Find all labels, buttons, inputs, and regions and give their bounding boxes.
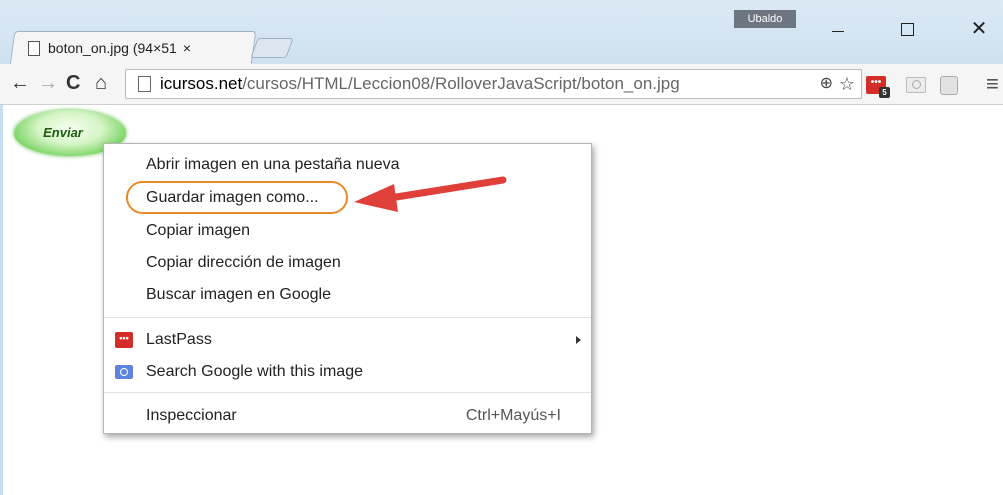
file-icon: [28, 40, 40, 56]
maximize-button[interactable]: [883, 14, 929, 44]
highlight-oval: [126, 181, 348, 214]
box-extension-icon[interactable]: [940, 76, 958, 95]
back-icon[interactable]: ←: [10, 71, 30, 95]
menu-separator: [104, 317, 591, 318]
menu-item-label: Copiar dirección de imagen: [146, 254, 341, 271]
arrow-shaft: [386, 176, 507, 202]
lastpass-count-badge: 5: [879, 87, 890, 98]
tab-close-icon[interactable]: ×: [183, 40, 191, 56]
submenu-arrow-icon: [576, 336, 581, 344]
forward-icon[interactable]: →: [38, 71, 58, 95]
menu-item-label: Search Google with this image: [146, 363, 363, 380]
page-icon: [138, 76, 151, 92]
profile-badge[interactable]: Ubaldo: [734, 10, 796, 28]
lastpass-extension-icon[interactable]: ••• 5: [866, 76, 890, 98]
red-arrow-annotation: [354, 176, 507, 212]
menu-separator: [104, 392, 591, 393]
menu-item-label: Buscar imagen en Google: [146, 286, 331, 303]
arrow-head: [354, 184, 398, 212]
menu-item-lastpass[interactable]: ••• LastPass: [104, 325, 591, 355]
bookmark-star-icon[interactable]: ☆: [839, 70, 855, 98]
menu-item-search-google-image[interactable]: Search Google with this image: [104, 357, 591, 387]
menu-item-open-image-new-tab[interactable]: Abrir imagen en una pestaña nueva: [104, 150, 591, 180]
menu-item-inspect[interactable]: Inspeccionar Ctrl+Mayús+I: [104, 401, 591, 431]
menu-item-search-image-google[interactable]: Buscar imagen en Google: [104, 280, 591, 310]
chrome-menu-icon[interactable]: ≡: [986, 72, 999, 96]
minimize-button[interactable]: [815, 14, 861, 44]
url-domain: icursos.net: [160, 74, 243, 93]
menu-item-label: Inspeccionar: [146, 407, 237, 424]
camera-icon: [115, 365, 133, 379]
menu-item-label: LastPass: [146, 331, 212, 348]
lastpass-icon: •••: [115, 332, 133, 348]
zoom-icon[interactable]: ⊕: [820, 70, 833, 98]
url-text: icursos.net/cursos/HTML/Leccion08/Rollov…: [160, 70, 680, 98]
address-bar[interactable]: icursos.net/cursos/HTML/Leccion08/Rollov…: [125, 69, 862, 99]
camera-extension-icon[interactable]: [906, 77, 926, 93]
tab-title: boton_on.jpg (94×51: [48, 40, 177, 56]
url-path: /cursos/HTML/Leccion08/RolloverJavaScrip…: [242, 74, 680, 93]
menu-item-copy-image-address[interactable]: Copiar dirección de imagen: [104, 248, 591, 278]
home-icon[interactable]: ⌂: [95, 71, 107, 95]
close-window-button[interactable]: ✕: [956, 14, 1002, 44]
menu-item-shortcut: Ctrl+Mayús+I: [465, 407, 561, 424]
menu-item-copy-image[interactable]: Copiar imagen: [104, 216, 591, 246]
new-tab-button[interactable]: [250, 38, 294, 58]
reload-icon[interactable]: C: [66, 71, 80, 95]
menu-item-label: Copiar imagen: [146, 222, 251, 239]
enviar-image-text: Enviar: [43, 125, 83, 140]
tab-active[interactable]: boton_on.jpg (94×51 ×: [8, 32, 243, 64]
browser-toolbar: ← → C ⌂ icursos.net/cursos/HTML/Leccion0…: [0, 64, 1003, 105]
